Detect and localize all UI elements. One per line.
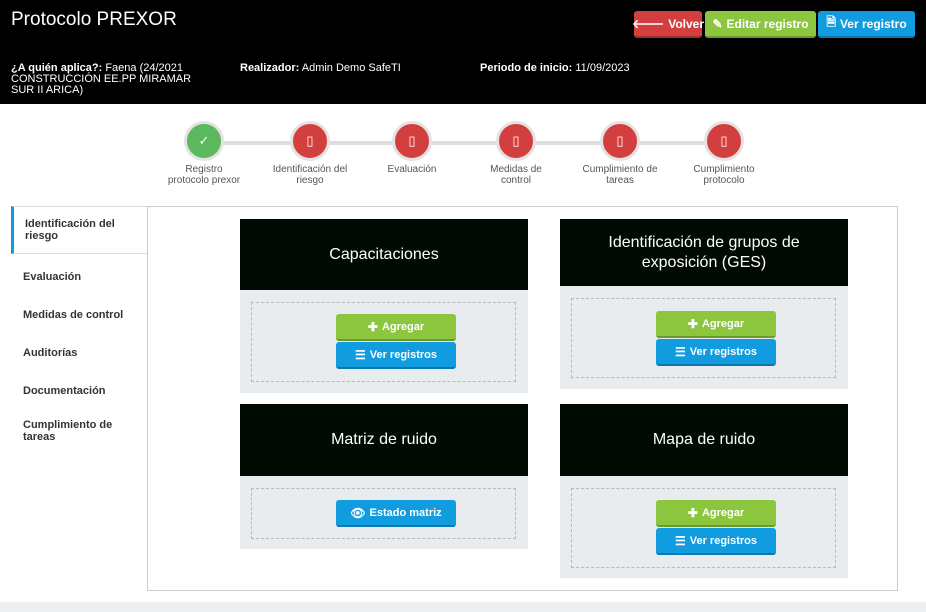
card-mapa-ruido: Mapa de ruido ✚ Agregar ☰ Ver registros [560,404,848,578]
list-icon: ☰ [354,347,366,362]
back-button-label: Volver [668,16,704,31]
card-ges: Identificación de grupos de exposición (… [560,219,848,389]
tab-medidas[interactable]: Medidas de control [11,296,147,334]
step-label: Cumplimiento protocolo [693,164,755,186]
card-body: ✚ Agregar ☰ Ver registros [571,488,836,568]
document-icon: ▯ [704,121,744,161]
back-button[interactable]: 🡐 Volver [632,11,704,38]
step-label: Evaluación [387,164,437,175]
view-record-button[interactable]: 🗎 Ver registro [818,11,915,38]
step-identificacion[interactable]: ▯ Identificación del riesgo [270,121,350,186]
document-icon: 🗎 [826,15,836,29]
step-cumplimiento-protocolo[interactable]: ▯ Cumplimiento protocolo [684,121,764,186]
author-info: Realizador: Admin Demo SafeTI [240,62,401,74]
step-evaluacion[interactable]: ▯ Evaluación [372,121,452,175]
side-tabs: Identificación del riesgo Evaluación Med… [11,206,147,452]
step-registro[interactable]: ✓ Registro protocolo prexor [164,121,244,186]
plus-icon: ✚ [687,505,698,520]
document-icon: ▯ [496,121,536,161]
applies-to-info: ¿A quién aplica?: Faena (24/2021 CONSTRU… [11,62,192,96]
view-ges-button[interactable]: ☰ Ver registros [656,339,776,366]
matrix-state-button[interactable]: 👁 Estado matriz [336,500,456,527]
add-mapa-button[interactable]: ✚ Agregar [656,500,776,527]
content-panel: Capacitaciones ✚ Agregar ☰ Ver registros… [147,206,898,591]
card-matriz-ruido: Matriz de ruido 👁 Estado matriz [240,404,528,549]
tab-documentacion[interactable]: Documentación [11,372,147,410]
add-capacitacion-button[interactable]: ✚ Agregar [336,314,456,341]
plus-icon: ✚ [687,316,698,331]
plus-icon: ✚ [367,319,378,334]
document-icon: ▯ [600,121,640,161]
page-header: Protocolo PREXOR 🡐 Volver ✎ Editar regis… [0,0,926,104]
arrow-left-icon: 🡐 [632,17,665,31]
list-icon: ☰ [674,533,686,548]
card-title: Matriz de ruido [240,404,528,476]
page-title: Protocolo PREXOR [11,9,177,30]
step-label: Registro protocolo prexor [167,164,241,186]
step-label: Cumplimiento de tareas [582,164,658,186]
tab-evaluacion[interactable]: Evaluación [11,258,147,296]
add-ges-button[interactable]: ✚ Agregar [656,311,776,338]
document-icon: ▯ [392,121,432,161]
view-record-label: Ver registro [839,16,907,31]
check-icon: ✓ [184,121,224,161]
tab-auditorias[interactable]: Auditorías [11,334,147,372]
progress-steps: ✓ Registro protocolo prexor ▯ Identifica… [0,104,926,204]
start-period-info: Periodo de inicio: 11/09/2023 [480,62,630,74]
card-title: Identificación de grupos de exposición (… [560,219,848,286]
edit-record-button[interactable]: ✎ Editar registro [705,11,816,38]
eye-icon: 👁 [350,505,366,520]
view-capacitaciones-button[interactable]: ☰ Ver registros [336,342,456,369]
step-label: Identificación del riesgo [272,164,348,186]
view-mapa-button[interactable]: ☰ Ver registros [656,528,776,555]
page-footer [0,602,926,612]
card-title: Mapa de ruido [560,404,848,476]
pencil-icon: ✎ [712,16,723,31]
card-title: Capacitaciones [240,219,528,290]
card-capacitaciones: Capacitaciones ✚ Agregar ☰ Ver registros [240,219,528,393]
card-body: ✚ Agregar ☰ Ver registros [251,302,516,382]
edit-record-label: Editar registro [726,16,809,31]
main-content: ✓ Registro protocolo prexor ▯ Identifica… [0,104,926,602]
tab-cumplimiento[interactable]: Cumplimiento de tareas [11,410,147,452]
card-body: ✚ Agregar ☰ Ver registros [571,298,836,378]
card-body: 👁 Estado matriz [251,488,516,539]
tab-identificacion[interactable]: Identificación del riesgo [11,206,147,254]
step-label: Medidas de control [490,164,542,186]
list-icon: ☰ [674,344,686,359]
document-icon: ▯ [290,121,330,161]
step-medidas[interactable]: ▯ Medidas de control [476,121,556,186]
step-cumplimiento-tareas[interactable]: ▯ Cumplimiento de tareas [580,121,660,186]
